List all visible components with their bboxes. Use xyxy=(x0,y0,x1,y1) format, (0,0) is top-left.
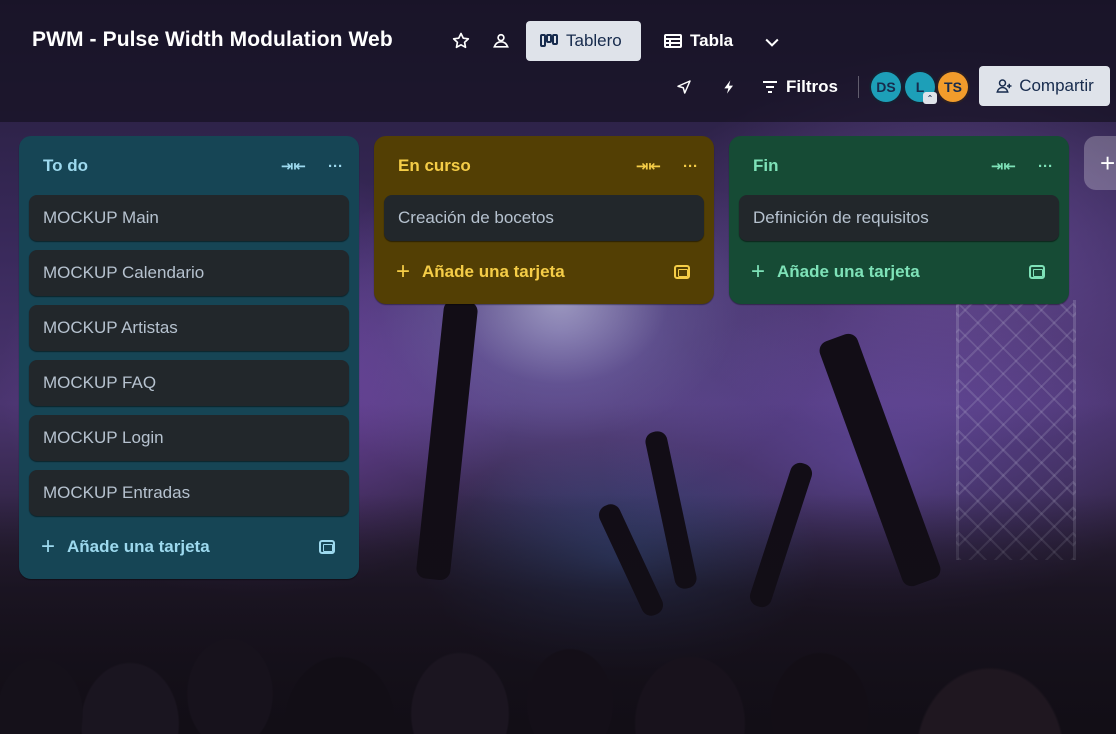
team-visibility-icon[interactable] xyxy=(487,27,515,55)
card[interactable]: MOCKUP Artistas xyxy=(29,305,349,351)
filters-label: Filtros xyxy=(786,77,838,96)
card[interactable]: MOCKUP Entradas xyxy=(29,470,349,516)
avatar[interactable]: DS xyxy=(869,70,903,104)
more-options-icon[interactable]: ··· xyxy=(683,158,698,175)
share-label: Compartir xyxy=(1019,76,1094,95)
list-to-do: To do ⇥⇤ ··· MOCKUP Main MOCKUP Calendar… xyxy=(19,136,359,579)
board-title[interactable]: PWM - Pulse Width Modulation Web xyxy=(32,28,393,52)
list-title[interactable]: To do xyxy=(43,156,88,176)
list-fin: Fin ⇥⇤ ··· Definición de requisitos + Añ… xyxy=(729,136,1069,304)
list-title[interactable]: Fin xyxy=(753,156,779,176)
chevron-down-icon[interactable] xyxy=(758,28,786,56)
add-card-button[interactable]: + Añade una tarjeta xyxy=(396,260,565,284)
table-icon xyxy=(664,34,682,48)
plus-icon: + xyxy=(41,533,56,560)
filter-icon xyxy=(763,81,777,93)
more-options-icon[interactable]: ··· xyxy=(1038,158,1053,175)
card-template-icon[interactable] xyxy=(319,540,335,554)
add-card-label: Añade una tarjeta xyxy=(422,262,565,281)
tab-tabla-label: Tabla xyxy=(690,31,734,50)
collapse-list-icon[interactable]: ⇥⇤ xyxy=(281,157,306,175)
avatar-initials: DS xyxy=(876,79,896,95)
add-card-button[interactable]: + Añade una tarjeta xyxy=(751,260,920,284)
collapse-list-icon[interactable]: ⇥⇤ xyxy=(991,157,1016,175)
list-header: Fin ⇥⇤ ··· xyxy=(739,144,1059,188)
power-ups-rocket-icon[interactable] xyxy=(670,73,698,101)
card[interactable]: MOCKUP FAQ xyxy=(29,360,349,406)
card[interactable]: Creación de bocetos xyxy=(384,195,704,241)
more-options-icon[interactable]: ··· xyxy=(328,158,343,175)
board-icon xyxy=(540,34,558,47)
tab-tablero[interactable]: Tablero xyxy=(526,21,641,61)
avatar-initials: TS xyxy=(944,79,962,95)
add-card-label: Añade una tarjeta xyxy=(67,537,210,556)
card[interactable]: Definición de requisitos xyxy=(739,195,1059,241)
board-header: PWM - Pulse Width Modulation Web Tablero… xyxy=(0,0,1116,122)
tab-tabla[interactable]: Tabla xyxy=(650,21,747,61)
add-person-icon xyxy=(996,79,1012,93)
add-list-button[interactable]: + xyxy=(1084,136,1116,190)
avatar[interactable]: TS xyxy=(936,70,970,104)
plus-icon: + xyxy=(396,258,411,285)
filters-button[interactable]: Filtros xyxy=(762,70,838,104)
avatar[interactable]: L ⌃ xyxy=(903,70,937,104)
toolbar-divider xyxy=(858,76,859,98)
list-title[interactable]: En curso xyxy=(398,156,471,176)
admin-chevron-icon: ⌃ xyxy=(923,92,937,104)
share-button[interactable]: Compartir xyxy=(979,66,1110,106)
card[interactable]: MOCKUP Main xyxy=(29,195,349,241)
list-en-curso: En curso ⇥⇤ ··· Creación de bocetos + Añ… xyxy=(374,136,714,304)
card-template-icon[interactable] xyxy=(674,265,690,279)
card-template-icon[interactable] xyxy=(1029,265,1045,279)
card[interactable]: MOCKUP Calendario xyxy=(29,250,349,296)
list-header: To do ⇥⇤ ··· xyxy=(29,144,349,188)
collapse-list-icon[interactable]: ⇥⇤ xyxy=(636,157,661,175)
add-card-button[interactable]: + Añade una tarjeta xyxy=(41,535,210,559)
plus-icon: + xyxy=(751,258,766,285)
tab-tablero-label: Tablero xyxy=(566,31,622,50)
automation-bolt-icon[interactable] xyxy=(715,73,743,101)
star-icon[interactable] xyxy=(447,27,475,55)
list-header: En curso ⇥⇤ ··· xyxy=(384,144,704,188)
add-card-label: Añade una tarjeta xyxy=(777,262,920,281)
plus-icon: + xyxy=(1100,147,1116,178)
card[interactable]: MOCKUP Login xyxy=(29,415,349,461)
